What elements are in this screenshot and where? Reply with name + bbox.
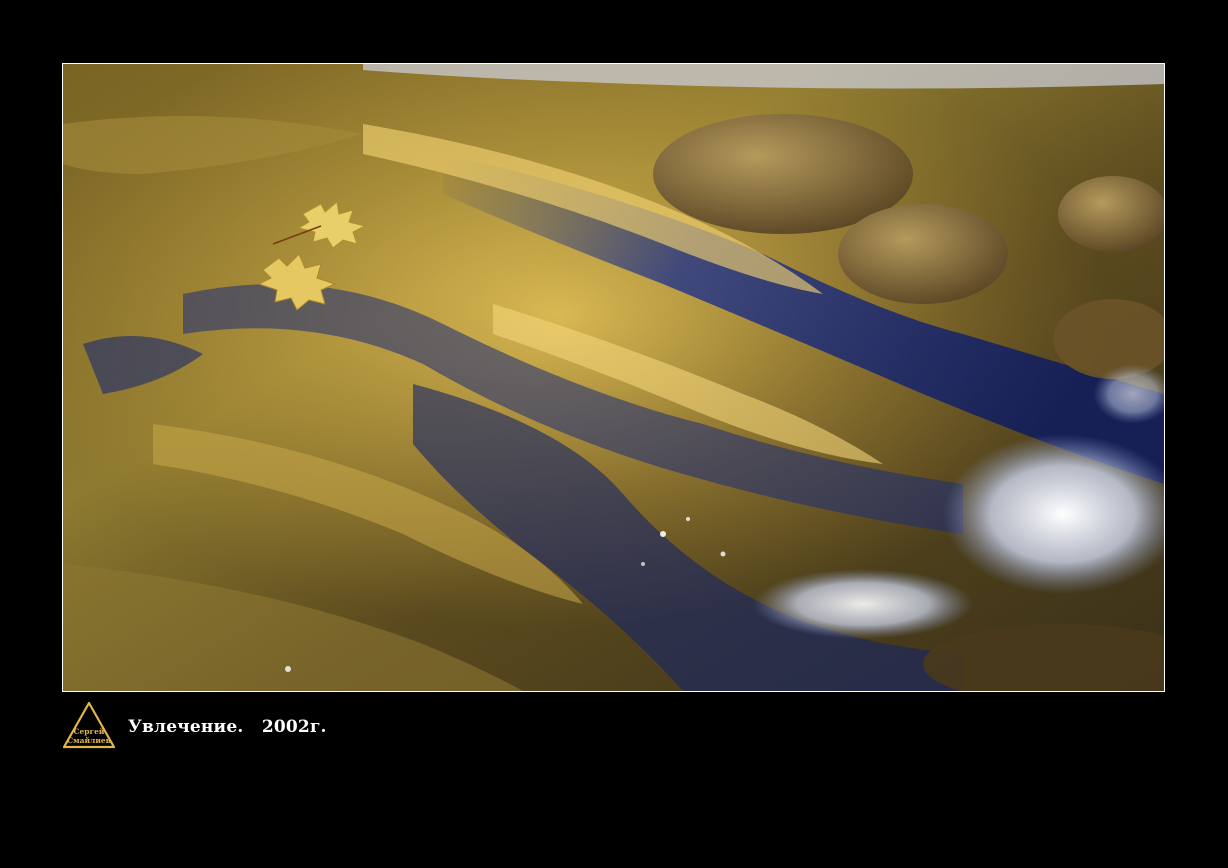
author-logo: Сергей Смайлиев	[62, 701, 116, 749]
photo-caption: Увлечение. 2002г.	[128, 717, 327, 737]
stream-photo	[63, 64, 1164, 691]
logo-text-last-name: Смайлиев	[67, 736, 111, 745]
page: Сергей Смайлиев Увлечение. 2002г.	[0, 0, 1228, 868]
caption-row: Сергей Смайлиев Увлечение. 2002г.	[62, 700, 327, 750]
caption-year: 2002г.	[261, 717, 327, 737]
logo-text-first-name: Сергей	[73, 727, 105, 736]
photo-frame	[62, 63, 1165, 692]
caption-title: Увлечение.	[128, 717, 244, 737]
